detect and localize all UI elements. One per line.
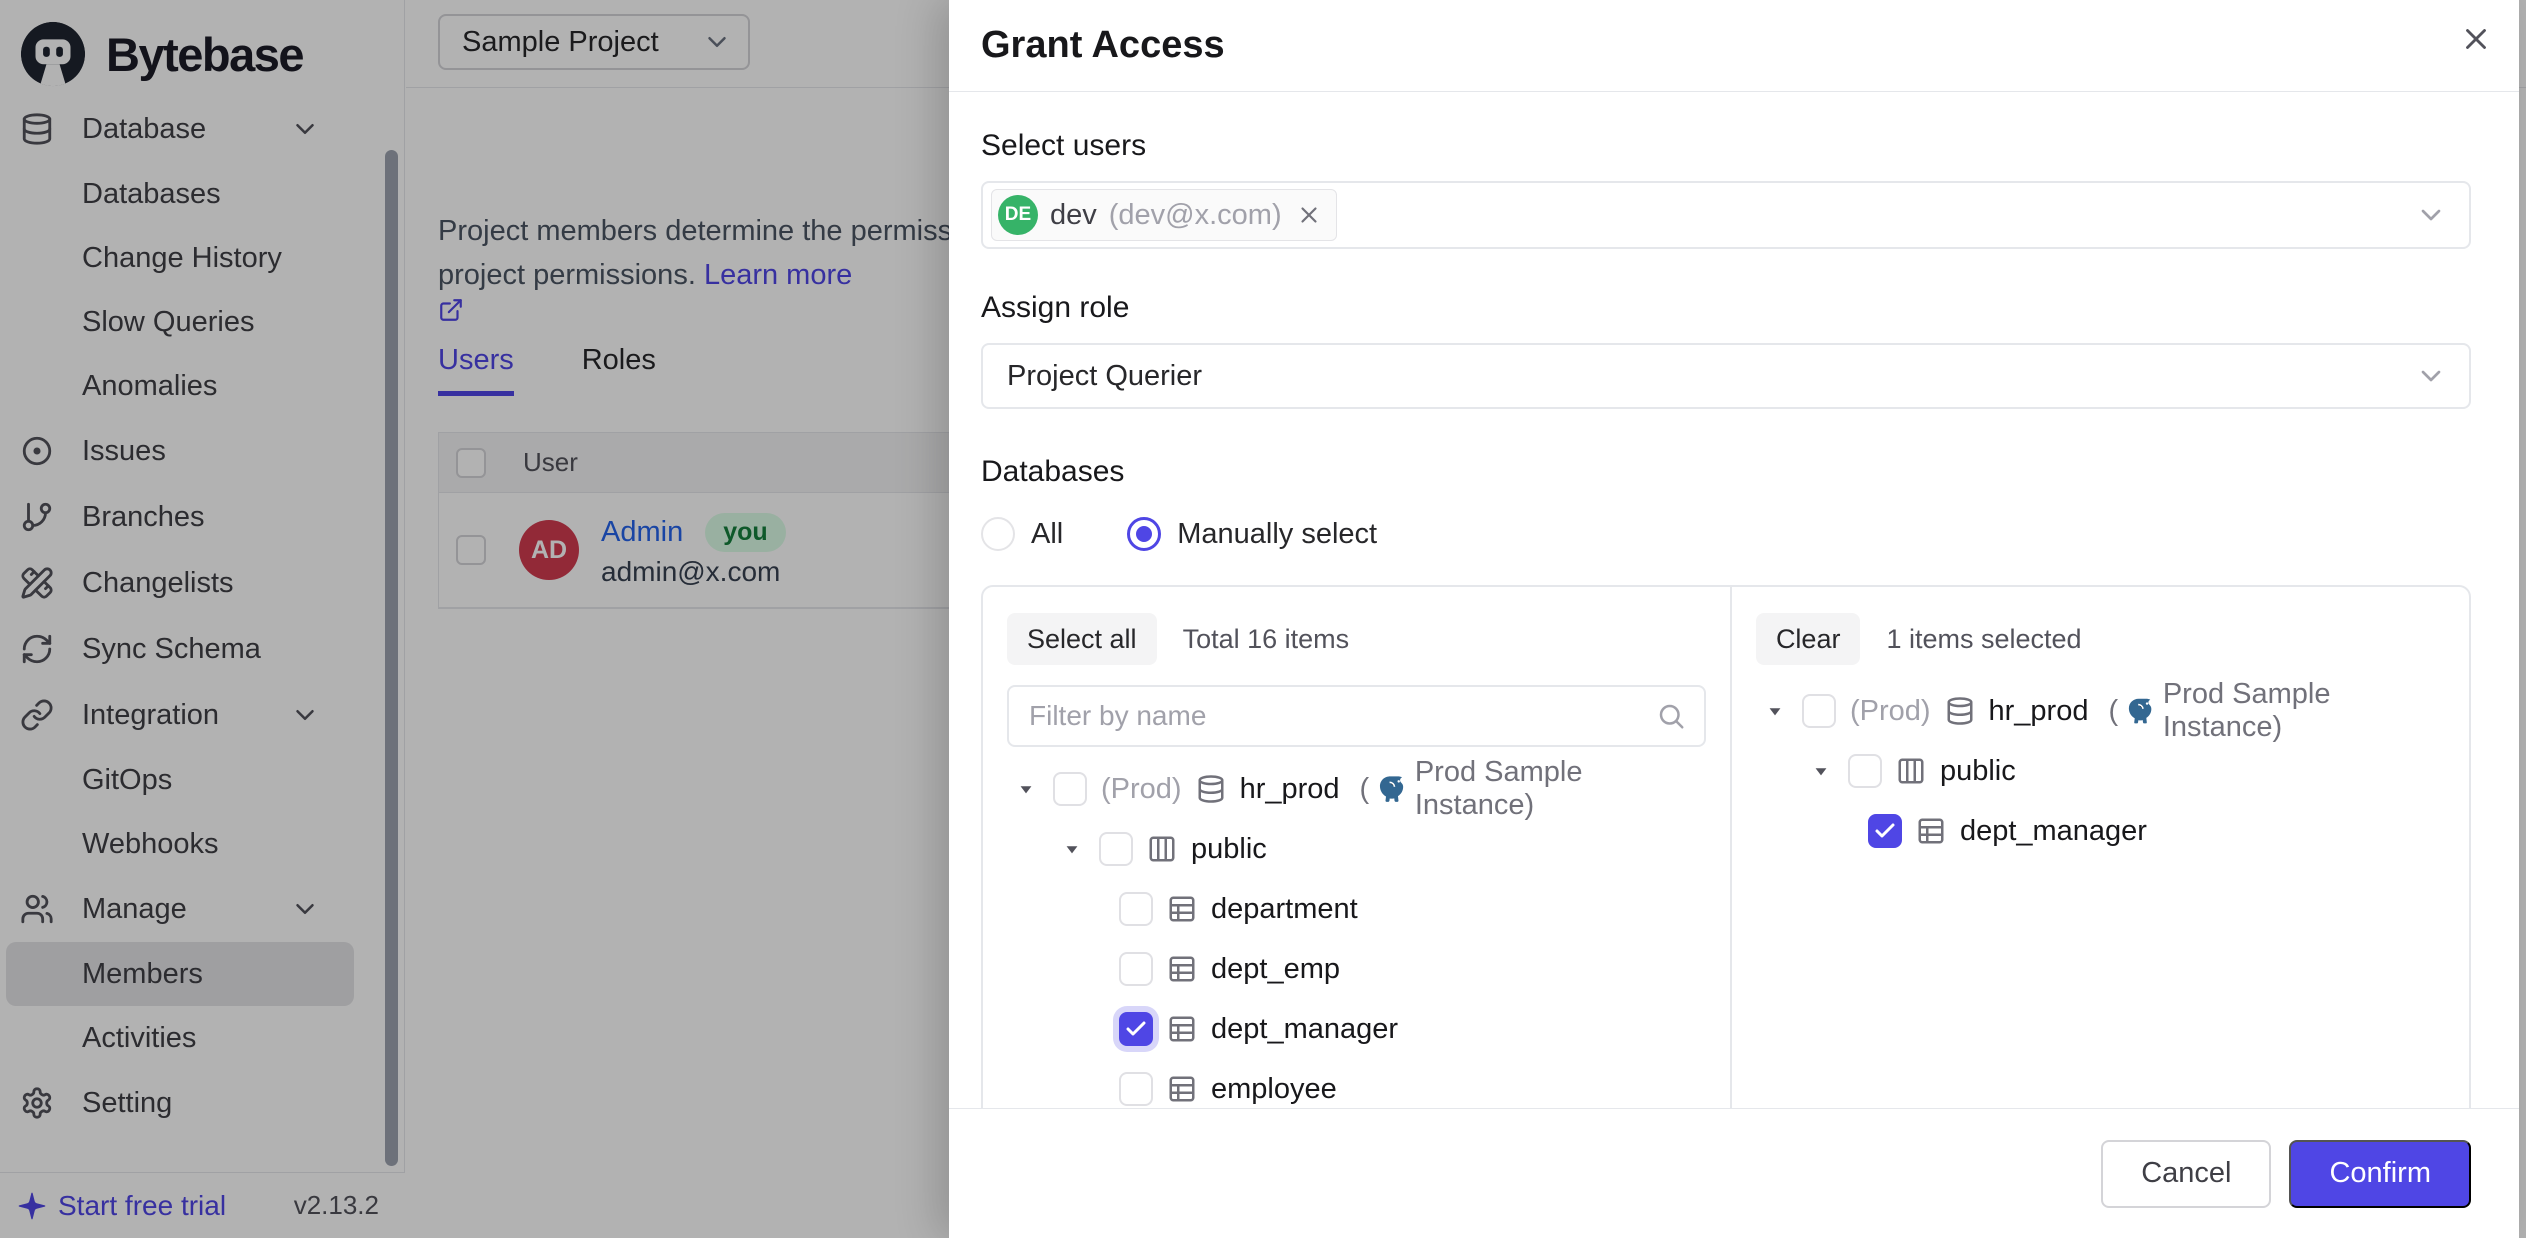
filter-input[interactable]: [1029, 700, 1656, 732]
check-icon: [1124, 1017, 1148, 1041]
caret-down-icon[interactable]: [1059, 836, 1085, 862]
schema-icon: [1147, 834, 1177, 864]
node-name: public: [1191, 833, 1267, 866]
tree-row-table[interactable]: dept_manager: [1756, 801, 2445, 861]
cancel-button[interactable]: Cancel: [2101, 1140, 2271, 1208]
instance-annotation: ( Prod Sample Instance): [1360, 756, 1706, 822]
checkbox[interactable]: [1119, 1072, 1153, 1106]
caret-down-icon[interactable]: [1013, 776, 1039, 802]
chip-user-email: (dev@x.com): [1109, 199, 1282, 232]
transfer-selected-panel: Clear 1 items selected (Prod) hr_prod (: [1732, 587, 2469, 1108]
radio-icon: [1127, 517, 1161, 551]
node-name: employee: [1211, 1073, 1337, 1106]
table-icon: [1916, 816, 1946, 846]
check-icon: [1873, 819, 1897, 843]
table-icon: [1167, 1014, 1197, 1044]
radio-all[interactable]: All: [981, 517, 1063, 551]
modal-footer: Cancel Confirm: [949, 1108, 2519, 1238]
node-name: dept_manager: [1211, 1013, 1398, 1046]
tree-row-database[interactable]: (Prod) hr_prod ( Prod Sample Instance): [1007, 759, 1706, 819]
checkbox-checked[interactable]: [1119, 1012, 1153, 1046]
postgres-icon: [1377, 774, 1407, 804]
tree-row-table[interactable]: dept_emp: [1007, 939, 1706, 999]
node-name: dept_emp: [1211, 953, 1340, 986]
instance-annotation: ( Prod Sample Instance): [2108, 678, 2445, 744]
tree-row-schema[interactable]: public: [1756, 741, 2445, 801]
checkbox[interactable]: [1119, 892, 1153, 926]
source-tree: (Prod) hr_prod ( Prod Sample Instance): [1007, 759, 1706, 1108]
table-icon: [1167, 954, 1197, 984]
checkbox[interactable]: [1848, 754, 1882, 788]
node-name: department: [1211, 893, 1358, 926]
selected-items-label: 1 items selected: [1886, 624, 2081, 655]
filter-box: [1007, 685, 1706, 747]
close-icon[interactable]: [2459, 22, 2493, 56]
select-all-button[interactable]: Select all: [1007, 613, 1157, 665]
postgres-icon: [2126, 696, 2155, 726]
modal-body: Select users DE dev (dev@x.com) Assign r…: [949, 93, 2519, 1108]
node-name: dept_manager: [1960, 815, 2147, 848]
database-icon: [1196, 774, 1226, 804]
grant-access-modal: Grant Access Select users DE dev (dev@x.…: [949, 0, 2519, 1238]
tree-row-table[interactable]: employee: [1007, 1059, 1706, 1108]
confirm-button[interactable]: Confirm: [2289, 1140, 2471, 1208]
total-items-label: Total 16 items: [1183, 624, 1350, 655]
radio-icon: [981, 517, 1015, 551]
databases-label: Databases: [981, 455, 2471, 489]
remove-user-icon[interactable]: [1296, 202, 1322, 228]
select-users-label: Select users: [981, 129, 2471, 163]
checkbox[interactable]: [1099, 832, 1133, 866]
app-root: Bytebase Database Databases Change Histo…: [0, 0, 2526, 1238]
tree-row-table[interactable]: department: [1007, 879, 1706, 939]
checkbox[interactable]: [1802, 694, 1836, 728]
node-name: public: [1940, 755, 2016, 788]
table-icon: [1167, 1074, 1197, 1104]
selected-tree: (Prod) hr_prod ( Prod Sample Instance): [1756, 681, 2445, 861]
tree-row-table[interactable]: dept_manager: [1007, 999, 1706, 1059]
tree-row-schema[interactable]: public: [1007, 819, 1706, 879]
clear-button[interactable]: Clear: [1756, 613, 1861, 665]
radio-label: All: [1031, 518, 1063, 551]
assign-role-label: Assign role: [981, 291, 2471, 325]
search-icon: [1656, 701, 1686, 731]
node-name: hr_prod: [1240, 773, 1340, 806]
checkbox-checked[interactable]: [1868, 814, 1902, 848]
radio-manually-select[interactable]: Manually select: [1127, 517, 1377, 551]
database-transfer: Select all Total 16 items (Prod): [981, 585, 2471, 1108]
schema-icon: [1896, 756, 1926, 786]
caret-down-icon[interactable]: [1762, 698, 1788, 724]
caret-down-icon[interactable]: [1808, 758, 1834, 784]
transfer-source-panel: Select all Total 16 items (Prod): [983, 587, 1732, 1108]
checkbox[interactable]: [1119, 952, 1153, 986]
table-icon: [1167, 894, 1197, 924]
checkbox[interactable]: [1053, 772, 1087, 806]
chevron-down-icon: [2415, 199, 2447, 231]
tree-row-database[interactable]: (Prod) hr_prod ( Prod Sample Instance): [1756, 681, 2445, 741]
modal-header: Grant Access: [949, 0, 2519, 92]
database-icon: [1945, 696, 1975, 726]
env-label: (Prod): [1101, 773, 1182, 806]
role-select[interactable]: Project Querier: [981, 343, 2471, 409]
role-value: Project Querier: [1007, 360, 1202, 393]
avatar: DE: [998, 195, 1038, 235]
user-chip: DE dev (dev@x.com): [991, 189, 1337, 241]
chip-user-name: dev: [1050, 199, 1097, 232]
node-name: hr_prod: [1989, 695, 2089, 728]
modal-title: Grant Access: [981, 24, 1225, 67]
radio-label: Manually select: [1177, 518, 1377, 551]
database-scope-radios: All Manually select: [981, 517, 2471, 551]
chevron-down-icon: [2415, 360, 2447, 392]
users-multiselect[interactable]: DE dev (dev@x.com): [981, 181, 2471, 249]
env-label: (Prod): [1850, 695, 1931, 728]
